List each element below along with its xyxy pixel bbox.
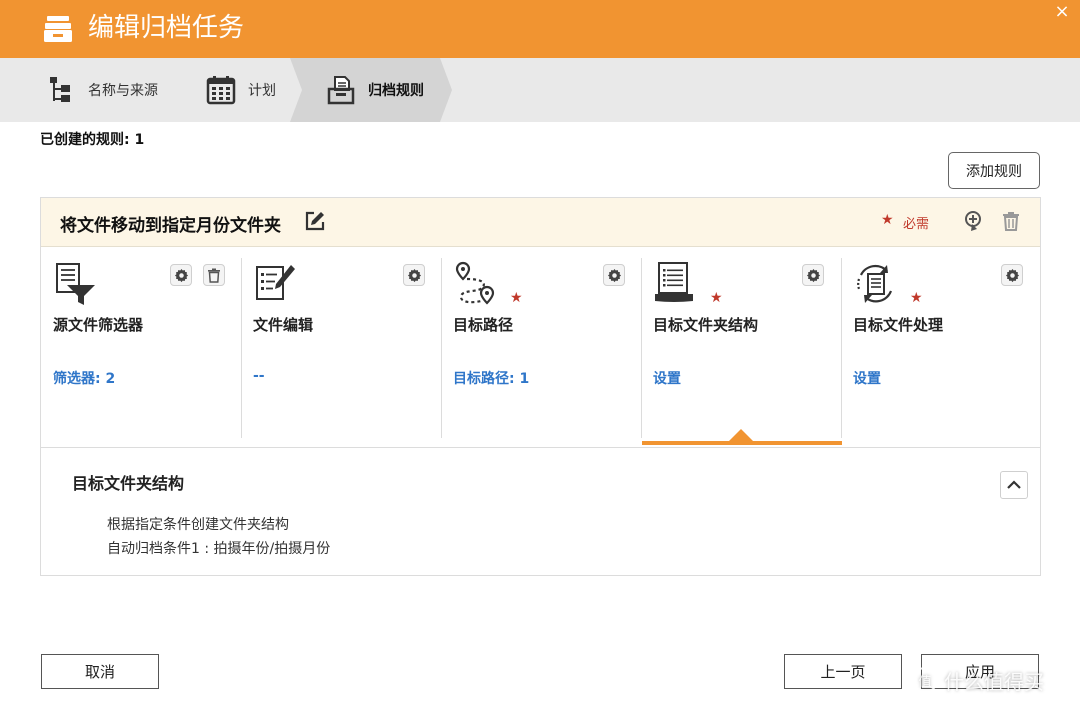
archive-box-icon: [44, 16, 72, 42]
rule-panel: 将文件移动到指定月份文件夹 ★ 必需 源文件筛选器 筛选器: 2 文件编辑 --…: [40, 197, 1041, 576]
card-title: 目标文件夹结构: [653, 316, 759, 334]
gear-icon: [806, 268, 820, 282]
previous-button[interactable]: 上一页: [784, 654, 902, 689]
gear-icon: [607, 268, 621, 282]
watermark-logo: 值: [912, 667, 938, 693]
rule-title: 将文件移动到指定月份文件夹: [60, 216, 281, 236]
trash-icon: [208, 268, 220, 283]
calendar-icon: [206, 75, 236, 105]
step-label: 计划: [248, 83, 276, 99]
card-value-link[interactable]: 筛选器: 2: [53, 368, 115, 388]
card-file-processing[interactable]: ★ 目标文件处理 设置: [841, 248, 1041, 447]
card-file-edit[interactable]: 文件编辑 --: [241, 248, 441, 447]
card-settings-button[interactable]: [802, 264, 824, 286]
step-name-source[interactable]: 名称与来源: [46, 58, 158, 122]
card-settings-button[interactable]: [1001, 264, 1023, 286]
detail-title: 目标文件夹结构: [72, 474, 185, 493]
card-title: 目标路径: [453, 316, 514, 334]
card-settings-button[interactable]: [603, 264, 625, 286]
active-card-indicator: [642, 441, 842, 445]
tree-structure-icon: [46, 75, 76, 105]
gear-icon: [407, 268, 421, 282]
edit-icon[interactable]: [304, 210, 326, 232]
required-star-icon: ★: [881, 212, 894, 228]
card-value-link[interactable]: 目标路径: 1: [453, 368, 529, 388]
card-delete-button[interactable]: [203, 264, 225, 286]
wizard-steps: 名称与来源 计划 归档规则: [0, 58, 1080, 122]
card-title: 源文件筛选器: [53, 316, 144, 334]
detail-line: 自动归档条件1 : 拍摄年份/拍摄月份: [107, 541, 331, 557]
required-star-icon: ★: [510, 290, 523, 306]
step-label: 归档规则: [368, 83, 424, 99]
watermark-text: 什么值得买: [944, 669, 1044, 694]
required-star-icon: ★: [910, 290, 923, 306]
gear-icon: [174, 268, 188, 282]
card-title: 目标文件处理: [853, 316, 944, 334]
copy-rule-icon[interactable]: [963, 209, 987, 233]
card-value-link[interactable]: --: [253, 368, 265, 384]
watermark: 值 什么值得买: [912, 664, 1072, 696]
cancel-button[interactable]: 取消: [41, 654, 159, 689]
folder-structure-icon: [655, 262, 693, 302]
card-source-filter[interactable]: 源文件筛选器 筛选器: 2: [41, 248, 241, 447]
title-bar: 编辑归档任务 ×: [0, 0, 1080, 58]
trash-icon[interactable]: [1000, 210, 1022, 232]
card-settings-button[interactable]: [403, 264, 425, 286]
close-button[interactable]: ×: [1052, 2, 1072, 22]
card-value-link[interactable]: 设置: [653, 368, 681, 388]
file-filter-icon: [56, 263, 95, 305]
archive-document-icon: [326, 75, 356, 105]
card-folder-structure[interactable]: ★ 目标文件夹结构 设置: [641, 248, 841, 447]
route-path-icon: [455, 261, 495, 305]
window-title: 编辑归档任务: [88, 13, 245, 43]
card-value-link[interactable]: 设置: [853, 368, 881, 388]
card-settings-button[interactable]: [170, 264, 192, 286]
chevron-up-icon: [1007, 480, 1021, 489]
card-target-path[interactable]: ★ 目标路径 目标路径: 1: [441, 248, 641, 447]
card-title: 文件编辑: [253, 316, 314, 334]
rule-cards: 源文件筛选器 筛选器: 2 文件编辑 -- ★ 目标路径 目标路径: 1 ★ 目…: [41, 248, 1040, 448]
step-label: 名称与来源: [88, 83, 158, 99]
step-schedule[interactable]: 计划: [206, 58, 276, 122]
add-rule-button[interactable]: 添加规则: [948, 152, 1040, 189]
active-card-pointer: [729, 429, 753, 441]
detail-line: 根据指定条件创建文件夹结构: [107, 517, 289, 533]
required-label: 必需: [903, 217, 930, 232]
collapse-button[interactable]: [1000, 471, 1028, 499]
gear-icon: [1005, 268, 1019, 282]
rule-header: 将文件移动到指定月份文件夹 ★ 必需: [41, 198, 1040, 247]
file-edit-icon: [256, 265, 295, 300]
file-process-icon: [857, 264, 893, 303]
created-rules-count: 已创建的规则: 1: [40, 132, 145, 148]
step-archive-rules[interactable]: 归档规则: [326, 58, 424, 122]
required-star-icon: ★: [710, 290, 723, 306]
